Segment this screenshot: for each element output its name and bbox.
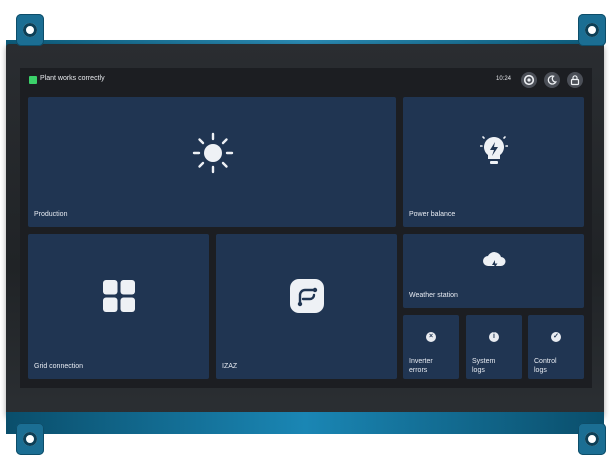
- check-circle-icon: ✓: [551, 332, 561, 342]
- pcb-bottom-edge: [6, 412, 604, 434]
- mounting-tab-top-right: [578, 14, 606, 46]
- info-icon: i: [489, 332, 499, 342]
- settings-button[interactable]: [521, 72, 537, 88]
- tile-izaz-label: IZAZ: [222, 363, 238, 370]
- tile-system-logs-label: System logs: [472, 358, 496, 374]
- dark-mode-button[interactable]: [544, 72, 560, 88]
- tile-grid-connection-label: Grid connection: [34, 363, 84, 370]
- tile-power-balance[interactable]: Power balance: [403, 97, 584, 227]
- status-text: Plant works correctly: [40, 75, 105, 82]
- tile-grid-connection[interactable]: Grid connection: [28, 234, 209, 379]
- lock-icon: [570, 75, 580, 86]
- status-bar: Plant works correctly 10:24: [20, 68, 592, 94]
- lock-button[interactable]: [567, 72, 583, 88]
- status-indicator: [29, 76, 37, 84]
- screen: Plant works correctly 10:24 Production P…: [20, 68, 592, 388]
- tile-production-label: Production: [34, 211, 68, 218]
- lightbulb-bolt-icon: [480, 136, 508, 164]
- tile-inverter-errors-label: Inverter errors: [409, 358, 433, 374]
- grid-icon: [103, 280, 135, 312]
- tile-system-logs[interactable]: i System logs: [466, 315, 522, 379]
- tile-weather-station[interactable]: Weather station: [403, 234, 584, 308]
- tile-control-logs-label: Control logs: [534, 358, 557, 374]
- mounting-tab-top-left: [16, 14, 44, 46]
- cloud-lightning-icon: [483, 252, 506, 270]
- flow-icon: [290, 279, 324, 313]
- tile-control-logs[interactable]: ✓ Control logs: [528, 315, 584, 379]
- mounting-tab-bottom-right: [578, 423, 606, 455]
- mounting-tab-bottom-left: [16, 423, 44, 455]
- tile-production[interactable]: Production: [28, 97, 396, 227]
- sun-icon: [192, 132, 234, 174]
- x-circle-icon: ×: [426, 332, 436, 342]
- clock: 10:24: [496, 76, 512, 82]
- tile-izaz[interactable]: IZAZ: [216, 234, 397, 379]
- tile-inverter-errors[interactable]: × Inverter errors: [403, 315, 459, 379]
- tile-weather-station-label: Weather station: [409, 292, 458, 299]
- tile-power-balance-label: Power balance: [409, 211, 456, 218]
- dark-mode-moon-icon: [547, 75, 557, 85]
- settings-icon: [523, 74, 535, 86]
